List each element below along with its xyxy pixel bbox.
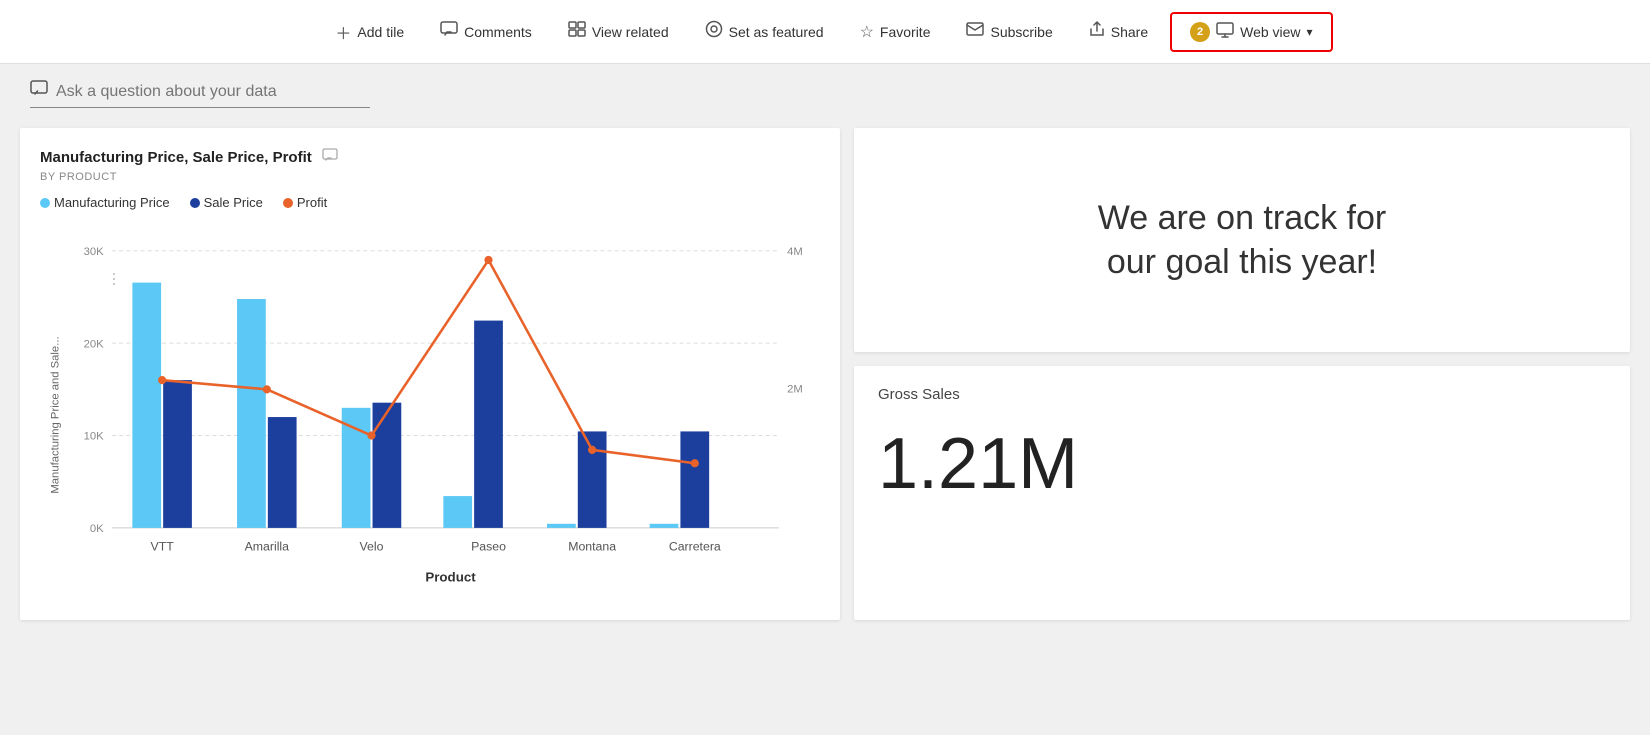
profit-dot-paseo (484, 256, 492, 264)
comments-button[interactable]: Comments (422, 13, 550, 50)
svg-text:30K: 30K (84, 246, 105, 258)
profit-dot-velo (367, 431, 375, 439)
set-as-featured-button[interactable]: Set as featured (687, 12, 842, 51)
svg-text:⋮: ⋮ (107, 272, 121, 288)
chart-header: Manufacturing Price, Sale Price, Profit (40, 148, 820, 167)
chart-subtitle: BY PRODUCT (40, 171, 820, 183)
favorite-button[interactable]: ☆ Favorite (842, 14, 949, 50)
view-related-icon (568, 21, 586, 42)
comments-label: Comments (464, 24, 532, 40)
legend-sale: Sale Price (190, 195, 263, 210)
bar-montana-mfg[interactable] (547, 524, 576, 528)
legend-dot-profit (283, 198, 293, 208)
svg-text:0K: 0K (90, 523, 104, 535)
profit-dot-vtt (158, 376, 166, 384)
x-label-velo: Velo (360, 539, 384, 553)
add-tile-label: Add tile (357, 24, 404, 40)
text-line2: our goal this year! (1107, 243, 1377, 281)
share-icon (1089, 21, 1105, 42)
metric-label: Gross Sales (878, 386, 1606, 403)
profit-dot-montana (588, 446, 596, 454)
bar-amarilla-mfg[interactable] (237, 299, 266, 528)
comments-icon (440, 21, 458, 42)
bar-vtt-mfg[interactable] (132, 283, 161, 528)
svg-text:20K: 20K (84, 338, 105, 350)
web-view-badge: 2 (1190, 22, 1210, 42)
bar-carretera-sale[interactable] (680, 431, 709, 527)
svg-text:Manufacturing Price and Sale..: Manufacturing Price and Sale... (49, 336, 61, 493)
view-related-button[interactable]: View related (550, 13, 687, 50)
text-line1: We are on track for (1098, 199, 1387, 237)
metric-value: 1.21M (878, 423, 1606, 505)
x-label-paseo: Paseo (471, 539, 506, 553)
chart-area: Manufacturing Price and Sale... 30K 20K … (40, 220, 820, 600)
qa-bar (0, 64, 1650, 118)
chart-svg: Manufacturing Price and Sale... 30K 20K … (40, 220, 820, 610)
svg-text:2M: 2M (787, 383, 803, 395)
x-label-amarilla: Amarilla (245, 539, 290, 553)
chart-legend: Manufacturing Price Sale Price Profit (40, 195, 820, 210)
plus-icon: ＋ (335, 20, 351, 44)
bar-paseo-mfg[interactable] (443, 496, 472, 528)
profit-dot-amarilla (263, 385, 271, 393)
bar-velo-sale[interactable] (373, 403, 402, 528)
web-view-label: Web view (1240, 24, 1300, 40)
x-label-carretera: Carretera (669, 539, 721, 553)
legend-dot-mfg (40, 198, 50, 208)
toolbar: ＋ Add tile Comments View related Set as … (0, 0, 1650, 64)
chart-comment-icon[interactable] (322, 148, 338, 167)
chart-title: Manufacturing Price, Sale Price, Profit (40, 149, 312, 166)
legend-dot-sale (190, 198, 200, 208)
mail-icon (966, 22, 984, 41)
star-icon: ☆ (860, 22, 874, 42)
view-related-label: View related (592, 24, 669, 40)
legend-profit: Profit (283, 195, 327, 210)
subscribe-button[interactable]: Subscribe (948, 14, 1070, 49)
bar-carretera-mfg[interactable] (650, 524, 679, 528)
web-view-button[interactable]: 2 Web view ▾ (1170, 12, 1332, 52)
text-card: We are on track for our goal this year! (854, 128, 1630, 352)
monitor-icon (1216, 22, 1234, 41)
favorite-label: Favorite (880, 24, 931, 40)
bar-paseo-sale[interactable] (474, 321, 503, 528)
bar-vtt-sale[interactable] (163, 380, 192, 528)
metric-card: Gross Sales 1.21M (854, 366, 1630, 620)
subscribe-label: Subscribe (990, 24, 1052, 40)
dashboard: Manufacturing Price, Sale Price, Profit … (0, 118, 1650, 640)
featured-icon (705, 20, 723, 43)
legend-label-mfg: Manufacturing Price (54, 195, 170, 210)
qa-input[interactable] (56, 83, 336, 101)
svg-text:4M: 4M (787, 246, 803, 258)
svg-text:10K: 10K (84, 431, 105, 443)
chart-card: Manufacturing Price, Sale Price, Profit … (20, 128, 840, 620)
bar-velo-mfg[interactable] (342, 408, 371, 528)
share-label: Share (1111, 24, 1148, 40)
bar-amarilla-sale[interactable] (268, 417, 297, 528)
x-label-vtt: VTT (151, 539, 175, 553)
set-as-featured-label: Set as featured (729, 24, 824, 40)
text-card-content: We are on track for our goal this year! (1098, 196, 1387, 284)
chevron-down-icon: ▾ (1307, 25, 1313, 39)
legend-label-profit: Profit (297, 195, 327, 210)
share-button[interactable]: Share (1071, 13, 1166, 50)
add-tile-button[interactable]: ＋ Add tile (317, 12, 422, 52)
x-label-montana: Montana (568, 539, 616, 553)
x-axis-title: Product (425, 569, 476, 584)
qa-icon (30, 80, 48, 103)
profit-dot-carretera (691, 459, 699, 467)
legend-label-sale: Sale Price (204, 195, 263, 210)
legend-mfg: Manufacturing Price (40, 195, 170, 210)
qa-input-wrap (30, 80, 370, 108)
